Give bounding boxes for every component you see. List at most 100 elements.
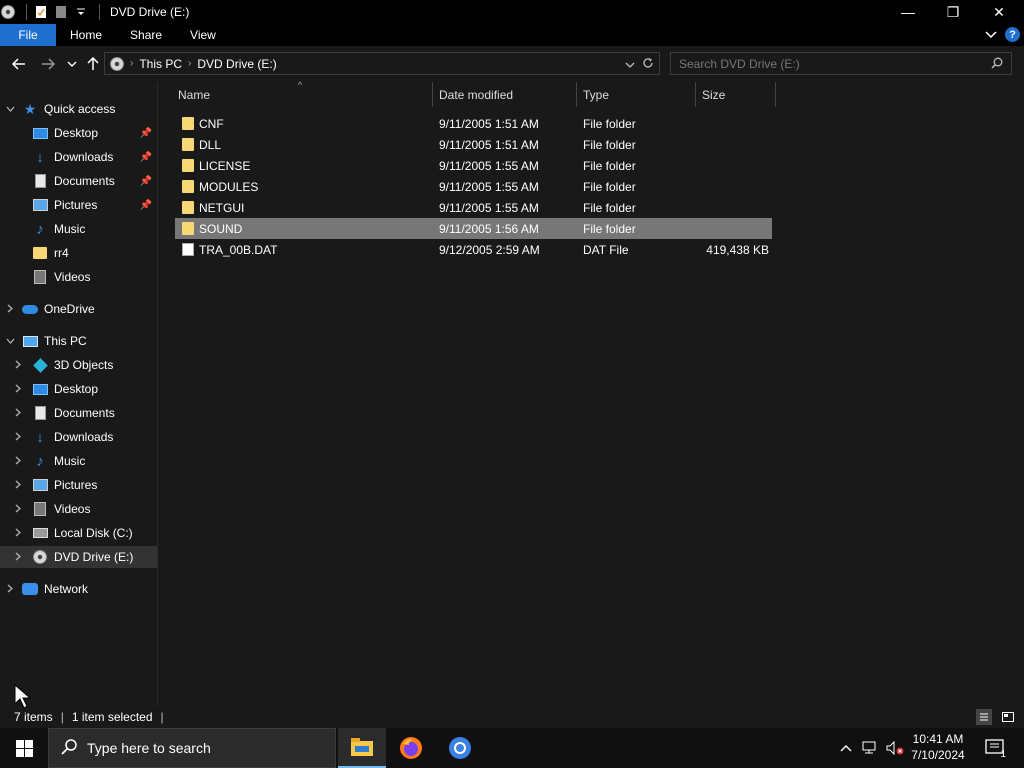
nav-pc-local-disk[interactable]: Local Disk (C:) — [0, 522, 157, 544]
recent-locations-button[interactable] — [62, 54, 82, 74]
browser-taskbar-button[interactable] — [436, 728, 484, 768]
nav-quick-videos[interactable]: Videos — [0, 266, 157, 288]
file-name: MODULES — [199, 179, 259, 194]
tab-home[interactable]: Home — [56, 24, 116, 46]
folder-icon — [182, 159, 194, 172]
refresh-icon[interactable] — [642, 57, 654, 72]
nav-quick-downloads[interactable]: ↓ Downloads 📌 — [0, 146, 157, 168]
file-row[interactable]: CNF 9/11/2005 1:51 AM File folder — [175, 113, 772, 134]
nav-label: Quick access — [44, 102, 116, 116]
collapse-chevron-icon[interactable] — [4, 104, 16, 114]
network-status-icon[interactable] — [860, 728, 882, 768]
nav-quick-documents[interactable]: Documents 📌 — [0, 170, 157, 192]
minimize-button[interactable]: — — [885, 0, 931, 24]
forward-button[interactable] — [38, 54, 58, 74]
file-row-selected[interactable]: SOUND 9/11/2005 1:56 AM File folder — [175, 218, 772, 239]
nav-quick-pictures[interactable]: Pictures 📌 — [0, 194, 157, 216]
nav-quick-desktop[interactable]: Desktop 📌 — [0, 122, 157, 144]
file-name: NETGUI — [199, 200, 245, 215]
column-header-type[interactable]: Type — [577, 82, 696, 107]
folder-icon — [182, 201, 194, 214]
nav-onedrive[interactable]: OneDrive — [0, 298, 157, 320]
nav-network[interactable]: Network — [0, 578, 157, 600]
address-bar[interactable]: › This PC › DVD Drive (E:) — [104, 52, 660, 75]
pin-icon[interactable]: 📌 — [140, 152, 152, 163]
status-bar: 7 items | 1 item selected | — [0, 706, 1024, 728]
expand-chevron-icon[interactable] — [4, 584, 16, 595]
file-type: File folder — [583, 137, 636, 152]
nav-pc-downloads[interactable]: ↓ Downloads — [0, 426, 157, 448]
pin-icon[interactable]: 📌 — [140, 128, 152, 139]
column-header-size[interactable]: Size — [696, 82, 776, 107]
expand-chevron-icon[interactable] — [4, 304, 16, 315]
expand-chevron-icon[interactable] — [12, 552, 24, 563]
expand-ribbon-icon[interactable] — [985, 28, 997, 42]
nav-pc-videos[interactable]: Videos — [0, 498, 157, 520]
nav-label: DVD Drive (E:) — [54, 550, 134, 564]
nav-pc-music[interactable]: ♪ Music — [0, 450, 157, 472]
expand-chevron-icon[interactable] — [12, 384, 24, 395]
address-history-icon[interactable] — [625, 58, 635, 72]
status-divider: | — [160, 710, 164, 724]
notifications-button[interactable]: 1 — [980, 728, 1010, 768]
pin-icon[interactable]: 📌 — [140, 176, 152, 187]
file-row[interactable]: DLL 9/11/2005 1:51 AM File folder — [175, 134, 772, 155]
nav-this-pc[interactable]: This PC — [0, 330, 157, 352]
tab-view[interactable]: View — [176, 24, 230, 46]
expand-chevron-icon[interactable] — [12, 360, 24, 371]
back-button[interactable] — [9, 54, 29, 74]
firefox-taskbar-button[interactable] — [387, 728, 435, 768]
file-explorer-taskbar-button[interactable] — [338, 728, 386, 768]
properties-icon[interactable] — [33, 4, 49, 20]
column-header-date[interactable]: Date modified — [433, 82, 577, 107]
file-date: 9/11/2005 1:55 AM — [439, 200, 539, 215]
file-row[interactable]: TRA_00B.DAT 9/12/2005 2:59 AM DAT File 4… — [175, 239, 772, 260]
new-folder-icon[interactable] — [53, 4, 69, 20]
collapse-chevron-icon[interactable] — [4, 336, 16, 346]
breadcrumb-dvd-drive[interactable]: DVD Drive (E:) — [197, 57, 276, 71]
details-view-icon[interactable] — [976, 709, 992, 725]
file-row[interactable]: NETGUI 9/11/2005 1:55 AM File folder — [175, 197, 772, 218]
file-type: File folder — [583, 158, 636, 173]
nav-pc-desktop[interactable]: Desktop — [0, 378, 157, 400]
expand-chevron-icon[interactable] — [12, 456, 24, 467]
file-row[interactable]: LICENSE 9/11/2005 1:55 AM File folder — [175, 155, 772, 176]
system-clock[interactable]: 10:41 AM 7/10/2024 — [900, 731, 976, 763]
nav-pc-documents[interactable]: Documents — [0, 402, 157, 424]
expand-chevron-icon[interactable] — [12, 504, 24, 515]
nav-pc-3d-objects[interactable]: 3D Objects — [0, 354, 157, 376]
file-size: 419,438 KB — [706, 242, 769, 257]
nav-quick-rr4[interactable]: rr4 — [0, 242, 157, 264]
search-input[interactable]: Search DVD Drive (E:) — [670, 52, 1012, 75]
close-button[interactable]: ✕ — [976, 0, 1022, 24]
column-header-name[interactable]: Name — [172, 82, 433, 107]
show-hidden-icons-icon[interactable] — [836, 728, 856, 768]
help-icon[interactable]: ? — [1005, 27, 1020, 42]
folder-icon — [182, 180, 194, 193]
taskbar-search-box[interactable]: Type here to search — [48, 728, 336, 768]
search-placeholder: Search DVD Drive (E:) — [679, 56, 800, 71]
file-type: DAT File — [583, 242, 629, 257]
pin-icon[interactable]: 📌 — [140, 200, 152, 211]
breadcrumb-chevron-icon[interactable]: › — [188, 58, 191, 69]
nav-quick-music[interactable]: ♪ Music — [0, 218, 157, 240]
expand-chevron-icon[interactable] — [12, 528, 24, 539]
nav-pc-pictures[interactable]: Pictures — [0, 474, 157, 496]
nav-pc-dvd-drive[interactable]: DVD Drive (E:) — [0, 546, 157, 568]
dvd-drive-window-icon[interactable] — [0, 4, 16, 20]
breadcrumb-chevron-icon[interactable]: › — [130, 58, 133, 69]
breadcrumb-this-pc[interactable]: This PC — [139, 57, 182, 71]
tab-file[interactable]: File — [0, 24, 56, 46]
restore-button[interactable]: ❐ — [930, 0, 976, 24]
expand-chevron-icon[interactable] — [12, 408, 24, 419]
search-icon[interactable] — [991, 57, 1003, 72]
expand-chevron-icon[interactable] — [12, 480, 24, 491]
expand-chevron-icon[interactable] — [12, 432, 24, 443]
nav-quick-access[interactable]: ★ Quick access — [0, 98, 157, 120]
customize-toolbar-icon[interactable] — [73, 4, 89, 20]
start-button[interactable] — [0, 728, 48, 768]
file-row[interactable]: MODULES 9/11/2005 1:55 AM File folder — [175, 176, 772, 197]
up-button[interactable] — [83, 54, 103, 74]
tab-share[interactable]: Share — [116, 24, 176, 46]
large-icons-view-icon[interactable] — [1000, 709, 1016, 725]
